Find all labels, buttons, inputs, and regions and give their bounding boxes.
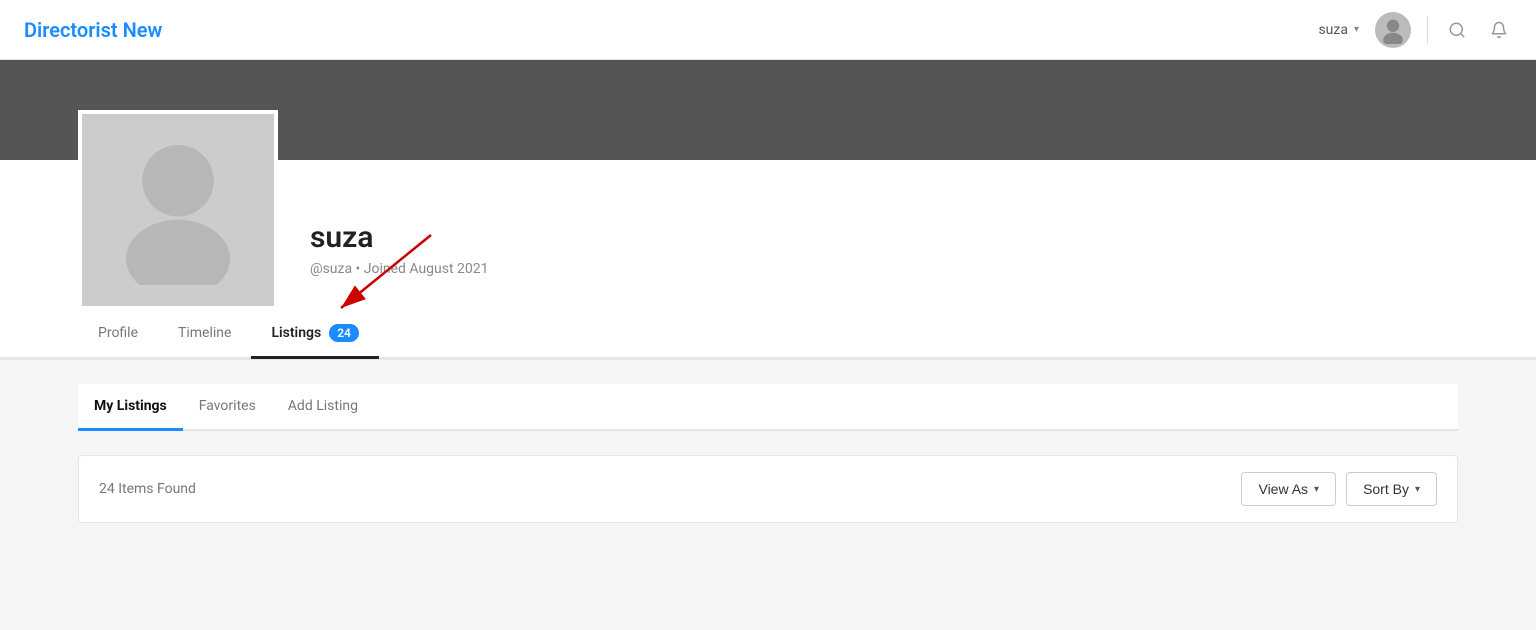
toolbar-right: View As ▾ Sort By ▾ (1241, 472, 1437, 506)
profile-avatar (78, 110, 278, 310)
profile-name: suza (310, 220, 489, 255)
notifications-button[interactable] (1486, 17, 1512, 43)
view-as-button[interactable]: View As ▾ (1241, 472, 1336, 506)
nav-divider (1427, 16, 1428, 44)
nav-avatar[interactable] (1375, 12, 1411, 48)
sort-by-chevron-icon: ▾ (1415, 484, 1420, 495)
sub-tab-my-listings[interactable]: My Listings (78, 384, 183, 431)
view-as-chevron-icon: ▾ (1314, 484, 1319, 495)
chevron-down-icon: ▾ (1354, 24, 1359, 35)
tab-profile[interactable]: Profile (78, 310, 158, 359)
sub-tabs-inner: My Listings Favorites Add Listing (78, 384, 1458, 429)
sub-tab-favorites[interactable]: Favorites (183, 384, 272, 431)
sort-by-label: Sort By (1363, 481, 1409, 497)
tab-listings-label: Listings (271, 325, 321, 341)
nav-username: suza (1318, 22, 1348, 38)
listings-toolbar: 24 Items Found View As ▾ Sort By ▾ (78, 455, 1458, 523)
site-brand[interactable]: Directorist New (24, 18, 162, 42)
user-avatar-icon (1379, 16, 1407, 44)
profile-content: suza @suza • Joined August 2021 (38, 160, 1498, 310)
items-found-label: 24 Items Found (99, 481, 196, 497)
user-silhouette-icon (113, 135, 243, 285)
profile-avatar-wrapper (78, 110, 278, 310)
bell-icon (1490, 21, 1508, 39)
tab-listings[interactable]: Listings 24 (251, 310, 378, 359)
tab-timeline[interactable]: Timeline (158, 310, 251, 359)
listings-section: My Listings Favorites Add Listing 24 Ite… (38, 360, 1498, 547)
user-menu[interactable]: suza ▾ (1318, 22, 1359, 38)
profile-tabs-inner: Profile Timeline Listings 24 (38, 310, 1498, 357)
top-navigation: Directorist New suza ▾ (0, 0, 1536, 60)
search-button[interactable] (1444, 17, 1470, 43)
profile-meta: @suza • Joined August 2021 (310, 261, 489, 277)
listings-count-badge: 24 (329, 324, 359, 342)
view-as-label: View As (1258, 481, 1308, 497)
sub-tabs: My Listings Favorites Add Listing (78, 384, 1458, 431)
sort-by-button[interactable]: Sort By ▾ (1346, 472, 1437, 506)
profile-section: suza @suza • Joined August 2021 Profile … (0, 160, 1536, 360)
tab-timeline-label: Timeline (178, 325, 231, 341)
profile-tabs: Profile Timeline Listings 24 (0, 310, 1536, 359)
tab-profile-label: Profile (98, 325, 138, 341)
avatar-silhouette (82, 114, 274, 306)
profile-info: suza @suza • Joined August 2021 (310, 160, 489, 297)
sub-tab-add-listing[interactable]: Add Listing (272, 384, 374, 431)
search-icon (1448, 21, 1466, 39)
nav-right: suza ▾ (1318, 12, 1512, 48)
